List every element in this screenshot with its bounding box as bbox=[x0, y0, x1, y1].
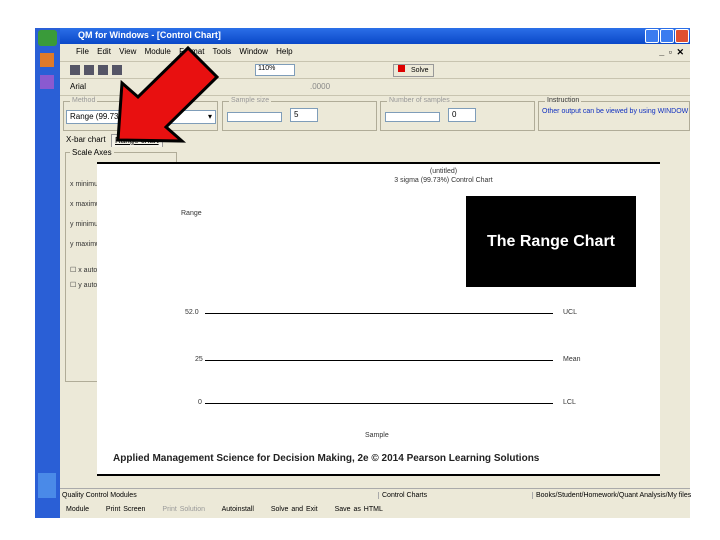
desktop-sidebar bbox=[35, 28, 60, 518]
instruction-text: Other output can be viewed by using WIND… bbox=[542, 108, 689, 115]
solve-label: Solve bbox=[411, 67, 429, 74]
solve-exit-button[interactable]: Solve and Exit bbox=[271, 506, 318, 513]
status-left: Quality Control Modules bbox=[62, 492, 137, 499]
tray-icons bbox=[38, 473, 56, 498]
x-axis-label: Sample bbox=[365, 432, 389, 439]
start-icon[interactable] bbox=[38, 30, 57, 46]
mean-label: Mean bbox=[563, 356, 581, 363]
method-label: Method bbox=[70, 97, 98, 104]
close-button[interactable] bbox=[675, 29, 689, 43]
y-auto-checkbox[interactable]: ☐ y auto bbox=[70, 281, 97, 289]
restore-button[interactable] bbox=[660, 29, 674, 43]
title-bar: QM for Windows - [Control Chart] bbox=[60, 28, 690, 44]
mdi-controls[interactable]: _ ▫ ✕ bbox=[659, 47, 684, 58]
sample-size-group: Sample size 5 bbox=[222, 97, 377, 131]
chart-title: (untitled) bbox=[429, 168, 458, 175]
lcl-value: 0 bbox=[198, 399, 202, 406]
samples-scrollbar[interactable] bbox=[385, 112, 440, 122]
samples-input[interactable]: 0 bbox=[448, 108, 476, 122]
action-bar: Module Print Screen Print Solution Autoi… bbox=[60, 503, 690, 518]
chart-subtitle: 3 sigma (99.73%) Control Chart bbox=[394, 177, 493, 184]
font-select[interactable]: Arial bbox=[70, 82, 86, 91]
window-title: QM for Windows - [Control Chart] bbox=[78, 30, 221, 40]
instruction-label: Instruction bbox=[545, 97, 582, 104]
y-axis-label: Range bbox=[181, 210, 202, 217]
module-button[interactable]: Module bbox=[66, 506, 89, 513]
open-icon[interactable] bbox=[84, 65, 94, 75]
autoinstall-button[interactable]: Autoinstall bbox=[222, 506, 254, 513]
qm-icon[interactable] bbox=[40, 75, 54, 89]
mean-line bbox=[205, 360, 553, 361]
footer-caption: Applied Management Science for Decision … bbox=[113, 453, 540, 464]
print-solution-button[interactable]: Print Solution bbox=[162, 506, 205, 513]
new-icon[interactable] bbox=[70, 65, 80, 75]
status-mid: Control Charts bbox=[378, 492, 427, 499]
ucl-label: UCL bbox=[563, 309, 578, 316]
lcl-line bbox=[205, 403, 553, 404]
ucl-line bbox=[205, 313, 553, 314]
print-screen-button[interactable]: Print Screen bbox=[106, 506, 146, 513]
app-icon[interactable] bbox=[40, 53, 54, 67]
x-auto-checkbox[interactable]: ☐ x auto bbox=[70, 266, 97, 274]
samples-group: Number of samples 0 bbox=[380, 97, 535, 131]
solve-button[interactable]: Solve bbox=[393, 64, 434, 77]
red-arrow-annotation bbox=[116, 45, 220, 143]
mean-value: 25 bbox=[195, 356, 203, 363]
ucl-value: 52.0 bbox=[185, 309, 199, 316]
save-html-button[interactable]: Save as HTML bbox=[335, 506, 383, 513]
menu-window[interactable]: Window bbox=[239, 47, 267, 56]
solve-icon bbox=[398, 65, 405, 72]
instruction-group: Instruction Other output can be viewed b… bbox=[538, 97, 690, 131]
arrow-icon bbox=[116, 45, 220, 143]
samples-label: Number of samples bbox=[387, 97, 452, 104]
status-right: Books/Student/Homework/Quant Analysis/My… bbox=[532, 492, 691, 499]
zoom-select[interactable]: 110% bbox=[255, 64, 295, 76]
range-chart: (untitled) 3 sigma (99.73%) Control Char… bbox=[97, 162, 660, 476]
status-bar: Quality Control Modules Control Charts B… bbox=[60, 488, 691, 503]
menu-file[interactable]: File bbox=[76, 47, 89, 56]
menu-help[interactable]: Help bbox=[276, 47, 292, 56]
sample-size-input[interactable]: 5 bbox=[290, 108, 318, 122]
lcl-label: LCL bbox=[563, 399, 576, 406]
minimize-button[interactable] bbox=[645, 29, 659, 43]
number-format[interactable]: .0000 bbox=[310, 82, 330, 91]
overlay-caption: The Range Chart bbox=[466, 196, 636, 287]
